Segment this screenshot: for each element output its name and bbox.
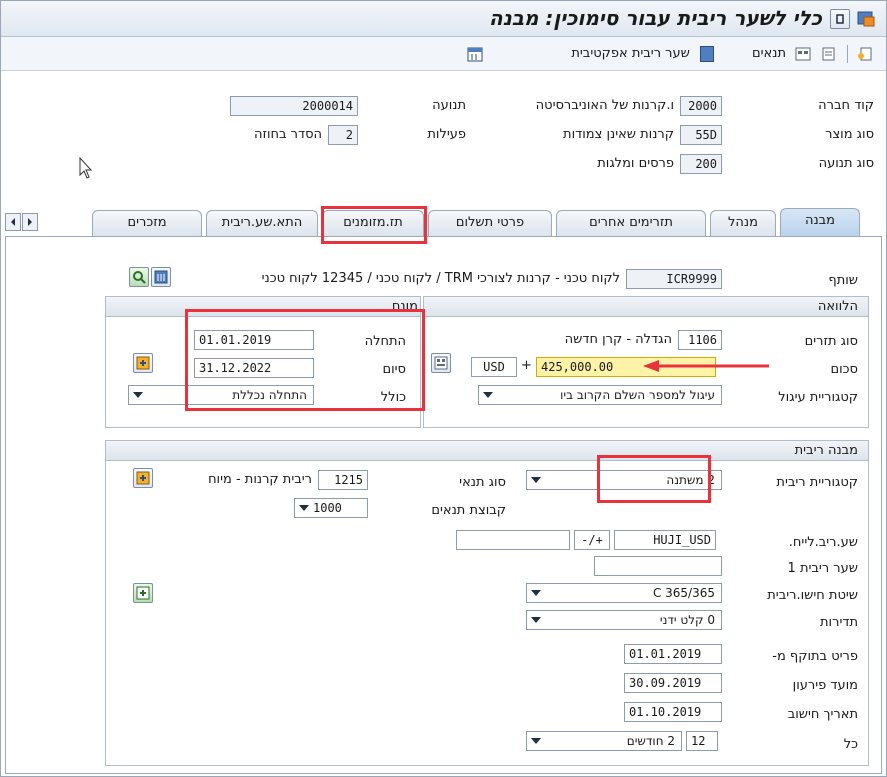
- partner-label: שותף: [828, 273, 858, 288]
- transaction-label: תנועה: [432, 98, 466, 113]
- chevron-down-icon: [531, 477, 541, 483]
- product-type-label: סוג מוצר: [825, 127, 874, 142]
- partner-text: לקוח טכני - קרנות לצורכי TRM / לקוח טכני…: [261, 271, 620, 286]
- condition-group-dropdown[interactable]: 1000: [294, 498, 368, 518]
- due-date-label: מועד פירעון: [792, 678, 858, 693]
- interest-structure-header: [106, 441, 868, 461]
- partner-display-icon[interactable]: [129, 267, 149, 287]
- frequency-value: 0 קלט ידני: [659, 613, 715, 627]
- calc-method-value: C 365/365: [652, 586, 715, 600]
- tab-scroll-right[interactable]: [22, 213, 38, 231]
- chevron-down-icon: [299, 505, 309, 511]
- frequency-dropdown[interactable]: 0 קלט ידני: [526, 610, 722, 630]
- contract-order-label: הסדר בחוזה: [253, 127, 322, 142]
- loan-group-title: הלוואה: [817, 299, 858, 314]
- tab-payment-details[interactable]: פרטי תשלום: [428, 210, 552, 236]
- condition-group-label: קבוצת תנאים: [431, 503, 506, 518]
- every-label: כל: [843, 737, 858, 752]
- due-date-field[interactable]: 30.09.2019: [624, 673, 722, 693]
- calc-method-dropdown[interactable]: C 365/365: [526, 583, 722, 603]
- rounding-value: עיגול למספר השלם הקרוב ביו: [560, 388, 715, 402]
- calc-date-field[interactable]: 01.10.2019: [624, 702, 722, 722]
- calendar-icon[interactable]: [466, 45, 484, 63]
- condition-calc-icon[interactable]: [133, 468, 153, 488]
- mouse-cursor-icon: [79, 156, 95, 181]
- effective-from-field[interactable]: 01.01.2019: [624, 644, 722, 664]
- every-value-field[interactable]: 12: [686, 731, 718, 751]
- rate1-field[interactable]: [594, 556, 722, 576]
- every-unit-value: 2 חודשים: [626, 734, 675, 748]
- term-calc-icon[interactable]: [133, 353, 153, 373]
- conditions-button[interactable]: תנאים: [752, 43, 786, 65]
- conditions-button-label: תנאים: [752, 46, 786, 61]
- tab-memos[interactable]: מזכרים: [92, 210, 202, 236]
- calculator-icon: [700, 45, 714, 62]
- activities-field[interactable]: 2: [328, 125, 358, 145]
- tab-structure[interactable]: מבנה: [780, 208, 860, 236]
- chevron-down-icon: [531, 590, 541, 596]
- effective-rate-button[interactable]: שער ריבית אפקטיבית: [571, 43, 714, 65]
- arrow-annotation: [641, 359, 771, 373]
- company-code-label: קוד חברה: [818, 98, 874, 113]
- chevron-down-icon: [133, 392, 143, 398]
- company-name-text: ו.קרנות של האוניברסיטה: [535, 98, 674, 113]
- amount-plus-sign: +: [521, 358, 532, 373]
- customize-icon[interactable]: [856, 9, 876, 29]
- interest-category-label: קטגוריית ריבית: [776, 475, 858, 490]
- title-text: כלי לשער ריבית עבור סימוכין: מבנה: [488, 6, 822, 30]
- plus-minus-field[interactable]: -/+: [574, 530, 610, 550]
- tab-administration[interactable]: מנהל: [710, 210, 776, 236]
- interest-structure-title: מבנה ריבית: [794, 443, 858, 458]
- rate1-label: שער ריבית 1: [787, 561, 858, 576]
- tab-interest-adjustment[interactable]: התא.שע.ריבית: [206, 210, 318, 236]
- chevron-down-icon: [531, 738, 541, 744]
- flow-type-label: סוג תזרים: [804, 334, 858, 349]
- amount-detail-icon[interactable]: [431, 353, 451, 373]
- activities-label: פעילות: [427, 127, 466, 142]
- calc-method-label: שיטת חישו.ריבית: [767, 588, 858, 603]
- menu-icon[interactable]: [830, 9, 850, 29]
- frequency-label: תדירות: [820, 615, 858, 630]
- product-type-text: קרנות שאינן צמודות: [563, 127, 674, 142]
- condition-type-field[interactable]: 1215: [318, 470, 368, 490]
- highlight-cash-flow-tab: [321, 206, 427, 244]
- amount-label: סכום: [830, 362, 858, 377]
- transaction-type-label: סוג תנועה: [818, 156, 874, 171]
- display-icon[interactable]: [794, 45, 812, 63]
- spread-field[interactable]: [456, 530, 570, 550]
- transaction-field[interactable]: 2000014: [230, 96, 358, 116]
- every-unit-dropdown[interactable]: 2 חודשים: [526, 731, 682, 751]
- rounding-label: קטגוריית עיגול: [778, 390, 858, 405]
- partner-field[interactable]: ICR9999: [626, 269, 722, 289]
- tab-scroll-left[interactable]: [5, 213, 21, 231]
- condition-type-text: ריבית קרנות - מיוח: [208, 472, 312, 487]
- transaction-type-field[interactable]: 200: [680, 154, 722, 174]
- chevron-down-icon: [531, 617, 541, 623]
- rate-display-icon[interactable]: [133, 583, 153, 603]
- company-code-field[interactable]: 2000: [680, 96, 722, 116]
- loan-group-header: [424, 297, 868, 317]
- highlight-interest-category: [597, 455, 711, 503]
- reference-rate-field[interactable]: HUJI_USD: [614, 530, 716, 550]
- condition-group-value: 1000: [313, 501, 342, 515]
- condition-type-label: סוג תנאי: [459, 475, 506, 490]
- chevron-down-icon: [483, 392, 493, 398]
- product-type-field[interactable]: 55D: [680, 125, 722, 145]
- highlight-term-group: [185, 309, 425, 411]
- rounding-dropdown[interactable]: עיגול למספר השלם הקרוב ביו: [478, 385, 722, 405]
- toolbar-separator: [847, 45, 848, 63]
- effective-from-label: פריט בתוקף מ-: [772, 649, 858, 664]
- transaction-type-text: פרסים ומלגות: [597, 156, 674, 171]
- partner-overview-icon[interactable]: [151, 267, 171, 287]
- flow-type-text: הגדלה - קרן חדשה: [564, 332, 672, 347]
- effective-rate-label: שער ריבית אפקטיבית: [571, 46, 690, 61]
- sap-window: כלי לשער ריבית עבור סימוכין: מבנה תנאים …: [0, 0, 887, 777]
- calc-date-label: תאריך חישוב: [787, 707, 858, 722]
- reference-rate-label: שע.ריב.לייח.: [788, 535, 858, 550]
- new-document-icon[interactable]: [856, 45, 874, 63]
- tab-other-flows[interactable]: תזרימים אחרים: [556, 210, 706, 236]
- currency-field[interactable]: USD: [471, 357, 517, 377]
- edit-icon[interactable]: [820, 45, 838, 63]
- flow-type-field[interactable]: 1106: [678, 330, 722, 350]
